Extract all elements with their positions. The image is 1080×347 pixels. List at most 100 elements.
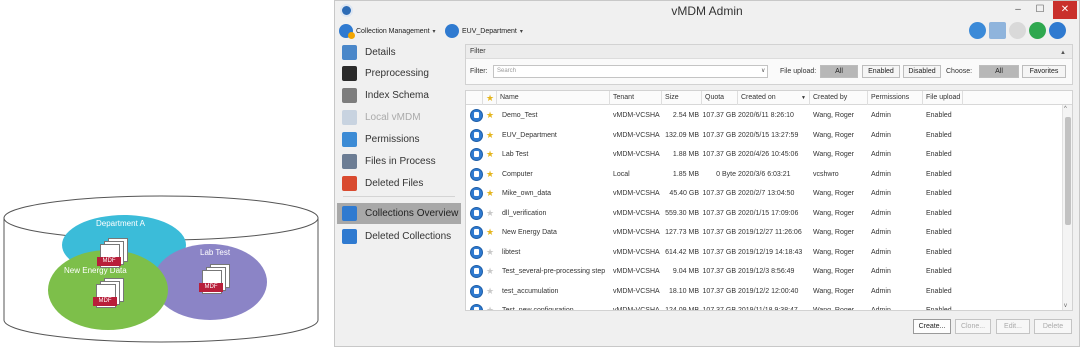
info-icon[interactable] <box>1029 22 1046 39</box>
favorite-star-icon[interactable]: ★ <box>486 149 494 160</box>
file-upload-enabled-button[interactable]: Enabled <box>862 65 900 78</box>
column-created-on[interactable]: Created on ▼ <box>738 91 810 105</box>
favorite-header[interactable]: ★ <box>483 91 497 105</box>
cell-permissions: Admin <box>871 209 891 217</box>
column-created-by[interactable]: Created by <box>810 91 868 105</box>
favorite-star-icon[interactable]: ★ <box>486 188 494 199</box>
unfavorite-star-icon[interactable]: ★ <box>486 266 494 277</box>
filter-header[interactable]: Filter ▲ <box>466 45 1072 59</box>
table-row[interactable]: ★ Demo_Test vMDM-VCSHA 2.54 MB 107.37 GB 2020… <box>466 106 1062 126</box>
delete-button[interactable]: Delete <box>1034 319 1072 334</box>
cell-file-upload: Enabled <box>926 287 952 295</box>
cell-tenant: vMDM-VCSHA <box>613 151 660 158</box>
header-icon-col <box>466 91 483 105</box>
table-row[interactable]: ★ New Energy Data vMDM-VCSHA 127.73 MB 107.3… <box>466 223 1062 243</box>
unfavorite-star-icon[interactable]: ★ <box>486 208 494 219</box>
undo-icon[interactable] <box>1009 22 1026 39</box>
sidebar-item-label: Details <box>365 47 396 58</box>
close-button[interactable]: ✕ <box>1053 1 1077 19</box>
unfavorite-star-icon[interactable]: ★ <box>486 305 494 310</box>
sidebar-item-index-schema[interactable]: Index Schema <box>337 85 461 106</box>
save-icon[interactable] <box>989 22 1006 39</box>
sidebar-item-label: Permissions <box>365 134 420 145</box>
cell-created-on: 2019/12/2 12:00:40 <box>738 287 799 295</box>
table-row[interactable]: ★ Lab Test vMDM-VCSHA 1.88 MB 107.37 GB 2020/… <box>466 145 1062 165</box>
cell-quota: 107.37 GB <box>702 131 736 139</box>
filter-header-label: Filter <box>470 48 486 55</box>
scroll-down-icon[interactable]: v <box>1064 303 1067 309</box>
column-size[interactable]: Size <box>662 91 702 105</box>
cell-name: Lab Test <box>502 151 529 158</box>
search-input[interactable]: Search <box>493 65 768 78</box>
cell-quota: 107.37 GB <box>702 287 736 295</box>
sidebar-item-details[interactable]: Details <box>337 42 461 63</box>
cell-tenant: vMDM-VCSHA <box>613 307 660 311</box>
cell-quota: 107.37 GB <box>702 190 736 197</box>
sidebar-item-local-vmdm[interactable]: Local vMDM <box>337 107 461 128</box>
collapse-icon[interactable]: ▲ <box>1060 46 1066 60</box>
collection-management-menu[interactable]: Collection Management ▾ <box>339 23 436 39</box>
cell-permissions: Admin <box>871 307 891 311</box>
favorite-star-icon[interactable]: ★ <box>486 227 494 238</box>
sidebar-item-preprocessing[interactable]: Preprocessing <box>337 63 461 84</box>
file-upload-all-button[interactable]: All <box>820 65 858 78</box>
create-button[interactable]: Create... <box>913 319 951 334</box>
unfavorite-star-icon[interactable]: ★ <box>486 286 494 297</box>
column-name[interactable]: Name <box>497 91 610 105</box>
column-tenant[interactable]: Tenant <box>610 91 662 105</box>
deleted-files-icon <box>342 176 357 191</box>
scroll-up-icon[interactable]: ^ <box>1064 106 1067 112</box>
column-permissions[interactable]: Permissions <box>868 91 923 105</box>
cell-permissions: Admin <box>871 190 891 197</box>
sidebar-item-deleted-collections[interactable]: Deleted Collections <box>337 226 461 247</box>
table-row[interactable]: ★ Computer Local 1.85 MB 0 Byte 2020/3/6 6:03… <box>466 165 1062 185</box>
cell-created-on: 2020/6/11 8:26:10 <box>738 112 794 119</box>
edit-button[interactable]: Edit... <box>996 319 1030 334</box>
table-row[interactable]: ★ dll_verification vMDM-VCSHA 559.30 MB 107.… <box>466 204 1062 224</box>
sidebar-item-deleted-files[interactable]: Deleted Files <box>337 173 461 194</box>
minimize-button[interactable]: – <box>1007 1 1029 19</box>
column-quota[interactable]: Quota <box>702 91 738 105</box>
favorite-star-icon[interactable]: ★ <box>486 130 494 141</box>
table-row[interactable]: ★ Test_several-pre-processing step vMDM-VC… <box>466 262 1062 282</box>
sidebar-item-files-in-process[interactable]: Files in Process <box>337 151 461 172</box>
title-bar: vMDM Admin – ☐ ✕ <box>335 1 1079 20</box>
maximize-button[interactable]: ☐ <box>1029 1 1051 19</box>
table-row[interactable]: ★ libtest vMDM-VCSHA 614.42 MB 107.37 GB 2019… <box>466 243 1062 263</box>
choose-favorites-button[interactable]: Favorites <box>1022 65 1066 78</box>
cell-created-by: Wang, Roger <box>813 229 854 236</box>
sidebar-item-permissions[interactable]: Permissions <box>337 129 461 150</box>
choose-label: Choose: <box>946 68 973 75</box>
search-dropdown-icon[interactable]: ∨ <box>761 67 765 74</box>
vertical-scrollbar[interactable]: ^ v <box>1062 105 1072 310</box>
file-upload-disabled-button[interactable]: Disabled <box>903 65 941 78</box>
unfavorite-star-icon[interactable]: ★ <box>486 247 494 258</box>
scrollbar-thumb[interactable] <box>1065 117 1071 225</box>
collection-icon <box>470 167 483 181</box>
favorite-star-icon[interactable]: ★ <box>486 110 494 121</box>
cell-size: 1.88 MB <box>672 151 699 158</box>
cell-name: Demo_Test <box>502 112 538 119</box>
cell-quota: 107.37 GB <box>702 151 736 158</box>
clone-button[interactable]: Clone... <box>955 319 991 334</box>
help-icon[interactable] <box>1049 22 1066 39</box>
table-row[interactable]: ★ EUV_Department vMDM-VCSHA 132.09 MB 107.37… <box>466 126 1062 146</box>
collection-icon <box>470 187 483 200</box>
cell-size: 124.09 MB <box>665 307 699 311</box>
cell-file-upload: Enabled <box>926 229 952 236</box>
cell-created-on: 2019/12/3 8:56:49 <box>738 268 795 275</box>
choose-all-button[interactable]: All <box>979 65 1019 78</box>
collection-management-label: Collection Management <box>356 27 430 35</box>
preprocessing-icon <box>342 66 357 81</box>
table-row[interactable]: ★ Mike_own_data vMDM-VCSHA 45.40 GB 107.37 G… <box>466 184 1062 204</box>
table-row[interactable]: ★ Test_new configuration vMDM-VCSHA 124.09 … <box>466 301 1062 311</box>
table-row[interactable]: ★ test_accumulation vMDM-VCSHA 18.10 MB 107.… <box>466 282 1062 302</box>
department-menu[interactable]: EUV_Department ▾ <box>445 23 523 39</box>
sidebar-item-collections-overview[interactable]: Collections Overview <box>337 203 461 224</box>
cell-permissions: Admin <box>871 170 891 178</box>
refresh-icon[interactable] <box>969 22 986 39</box>
collection-icon <box>470 226 483 239</box>
column-file-upload[interactable]: File upload <box>923 91 963 105</box>
cell-file-upload: Enabled <box>926 112 952 119</box>
favorite-star-icon[interactable]: ★ <box>486 169 494 180</box>
